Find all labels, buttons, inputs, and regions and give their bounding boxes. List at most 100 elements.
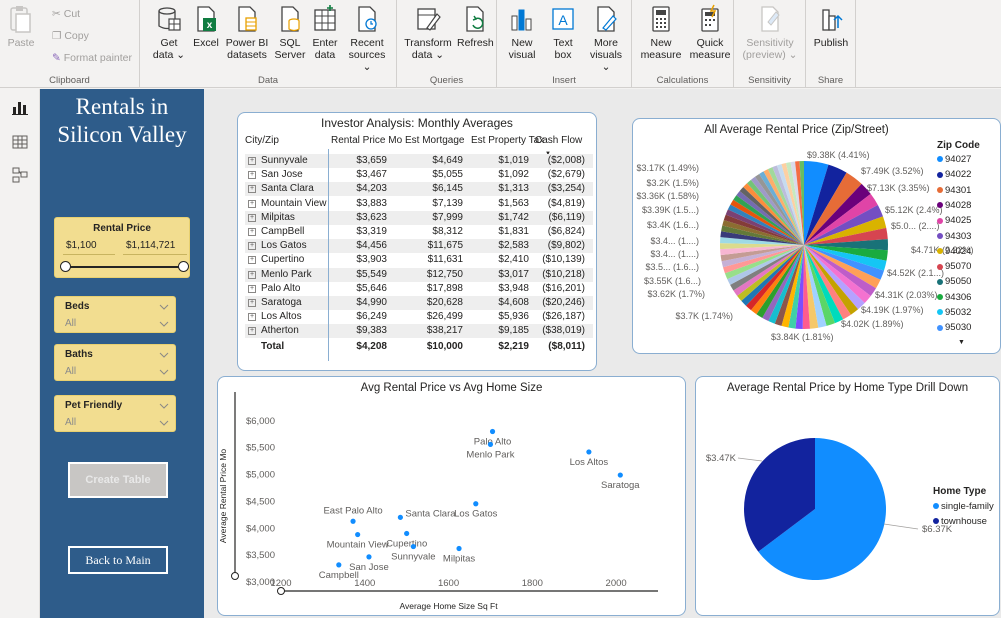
expand-icon[interactable]: +: [248, 157, 256, 165]
column-header[interactable]: City/Zip: [245, 134, 279, 148]
table-row[interactable]: + Palo Alto $5,646 $17,898 $3,948 ($16,201): [245, 282, 593, 296]
x-tick-label: 1600: [438, 578, 459, 589]
scatter-point[interactable]: [487, 441, 494, 447]
get-data-button[interactable]: Get data ⌄: [152, 4, 186, 61]
scatter-point[interactable]: [366, 554, 372, 560]
scatter-point[interactable]: [336, 562, 342, 568]
x-zoom-slider-handle[interactable]: [277, 587, 285, 595]
scatter-point[interactable]: [489, 428, 496, 435]
pet-friendly-slicer[interactable]: Pet Friendly All: [54, 395, 176, 432]
legend-item[interactable]: 94303: [937, 231, 971, 242]
scatter-point[interactable]: [404, 530, 410, 537]
legend-item[interactable]: townhouse: [933, 516, 987, 527]
expand-icon[interactable]: +: [248, 199, 256, 208]
scatter-point[interactable]: [586, 449, 592, 455]
legend-item[interactable]: 95050: [937, 276, 971, 287]
model-view-icon[interactable]: [12, 167, 28, 183]
new-visual-button[interactable]: New visual: [505, 4, 539, 61]
scatter-chart[interactable]: $3,000$3,500$4,000$4,500$5,000$5,500$6,0…: [218, 377, 687, 617]
report-view-icon[interactable]: [12, 99, 28, 115]
text-box-button[interactable]: A Text box: [547, 4, 579, 61]
legend-item[interactable]: 94025: [937, 215, 971, 226]
scatter-point[interactable]: [397, 514, 403, 520]
cut-button[interactable]: ✂ Cut: [52, 8, 80, 20]
data-view-icon[interactable]: [12, 134, 28, 150]
sql-server-button[interactable]: SQL Server: [273, 4, 307, 61]
expand-icon[interactable]: +: [248, 242, 256, 251]
rental-price-slider-min-handle[interactable]: [60, 261, 71, 272]
expand-icon[interactable]: +: [248, 171, 256, 180]
legend-item[interactable]: 95032: [937, 307, 971, 318]
enter-data-button[interactable]: Enter data: [310, 4, 340, 61]
scatter-point[interactable]: [350, 518, 356, 524]
refresh-button[interactable]: Refresh: [457, 4, 494, 49]
expand-icon[interactable]: +: [248, 185, 256, 194]
expand-icon[interactable]: +: [248, 313, 256, 322]
legend-item[interactable]: 94027: [937, 154, 971, 165]
sensitivity-button[interactable]: Sensitivity (preview) ⌄: [740, 4, 800, 61]
scatter-point[interactable]: [355, 531, 361, 538]
legend-item[interactable]: 94028: [937, 200, 971, 211]
rental-price-max[interactable]: $1,114,721: [123, 237, 187, 255]
quick-measure-icon: [701, 4, 719, 32]
rental-price-min[interactable]: $1,100: [63, 237, 115, 255]
table-row[interactable]: + Cupertino $3,903 $11,631 $2,410 ($10,139): [245, 253, 593, 267]
table-row[interactable]: + Sunnyvale $3,659 $4,649 $1,019 ($2,008): [245, 154, 593, 168]
publish-button[interactable]: Publish: [810, 4, 852, 49]
column-header[interactable]: Cash Flow: [535, 134, 582, 148]
legend-more-arrow[interactable]: ▼: [958, 339, 965, 346]
expand-icon[interactable]: +: [248, 228, 256, 236]
scatter-point[interactable]: [473, 501, 479, 507]
legend-item[interactable]: 95030: [937, 322, 971, 333]
scatter-point[interactable]: [456, 545, 462, 552]
transform-data-button[interactable]: Transform data ⌄: [403, 4, 453, 61]
excel-button[interactable]: x Excel: [191, 4, 221, 49]
legend-item[interactable]: single-family: [933, 501, 994, 512]
expand-icon[interactable]: +: [248, 284, 256, 293]
power-bi-datasets-button[interactable]: Power BI datasets: [224, 4, 270, 61]
y-zoom-slider-handle[interactable]: [231, 572, 239, 580]
total-cell: $10,000: [426, 340, 463, 352]
legend-item[interactable]: 94306: [937, 292, 971, 303]
expand-icon[interactable]: +: [248, 327, 256, 336]
legend-item[interactable]: 95070: [937, 261, 971, 272]
expand-icon[interactable]: +: [248, 270, 256, 279]
column-header[interactable]: Rental Price Mo: [331, 134, 402, 148]
home-type-pie-chart[interactable]: $6.37K$3.47K: [696, 377, 1001, 617]
table-row[interactable]: + CampBell $3,319 $8,312 $1,831 ($6,824): [245, 225, 593, 239]
paste-button[interactable]: Paste: [4, 4, 38, 49]
table-row[interactable]: + Menlo Park $5,549 $12,750 $3,017 ($10,218): [245, 267, 593, 282]
table-row[interactable]: + Santa Clara $4,203 $6,145 $1,313 ($3,254): [245, 182, 593, 197]
quick-measure-button[interactable]: Quick measure: [688, 4, 732, 61]
legend-item[interactable]: 94022: [937, 169, 971, 180]
table-row[interactable]: + Los Altos $6,249 $26,499 $5,936 ($26,187): [245, 310, 593, 324]
copy-button[interactable]: ❐ Copy: [52, 30, 89, 42]
table-row[interactable]: + Atherton $9,383 $38,217 $9,185 ($38,019): [245, 324, 593, 339]
column-header[interactable]: Est Property Tax: [471, 134, 544, 148]
legend-item[interactable]: 94301: [937, 185, 971, 196]
baths-slicer[interactable]: Baths All: [54, 344, 176, 381]
table-row[interactable]: + Los Gatos $4,456 $11,675 $2,583 ($9,802): [245, 239, 593, 254]
table-row[interactable]: + San Jose $3,467 $5,055 $1,092 ($2,679): [245, 168, 593, 182]
table-row[interactable]: + Milpitas $3,623 $7,999 $1,742 ($6,119): [245, 210, 593, 225]
more-visuals-button[interactable]: More visuals ⌄: [585, 4, 627, 73]
rental-price-slider-max-handle[interactable]: [178, 261, 189, 272]
table-row[interactable]: + Mountain View $3,883 $7,139 $1,563 ($4,819): [245, 197, 593, 211]
recent-sources-button[interactable]: Recent sources ⌄: [343, 4, 391, 73]
legend-item[interactable]: 94024: [937, 246, 971, 257]
table-cell: ($10,139): [542, 254, 585, 266]
rental-price-slider-track[interactable]: [65, 266, 185, 268]
legend-label: 94027: [945, 154, 972, 165]
expand-icon[interactable]: +: [248, 299, 256, 307]
new-measure-button[interactable]: New measure: [636, 4, 686, 61]
column-header[interactable]: Est Mortgage: [405, 134, 464, 148]
table-row[interactable]: + Saratoga $4,990 $20,628 $4,608 ($20,246): [245, 296, 593, 310]
back-to-main-button[interactable]: Back to Main: [68, 546, 168, 574]
beds-slicer[interactable]: Beds All: [54, 296, 176, 333]
create-table-button[interactable]: Create Table: [68, 462, 168, 498]
expand-icon[interactable]: +: [248, 213, 256, 222]
scatter-point[interactable]: [410, 543, 416, 550]
expand-icon[interactable]: +: [248, 256, 256, 265]
format-painter-button[interactable]: ✎ Format painter: [52, 52, 132, 64]
scatter-point[interactable]: [617, 472, 623, 478]
